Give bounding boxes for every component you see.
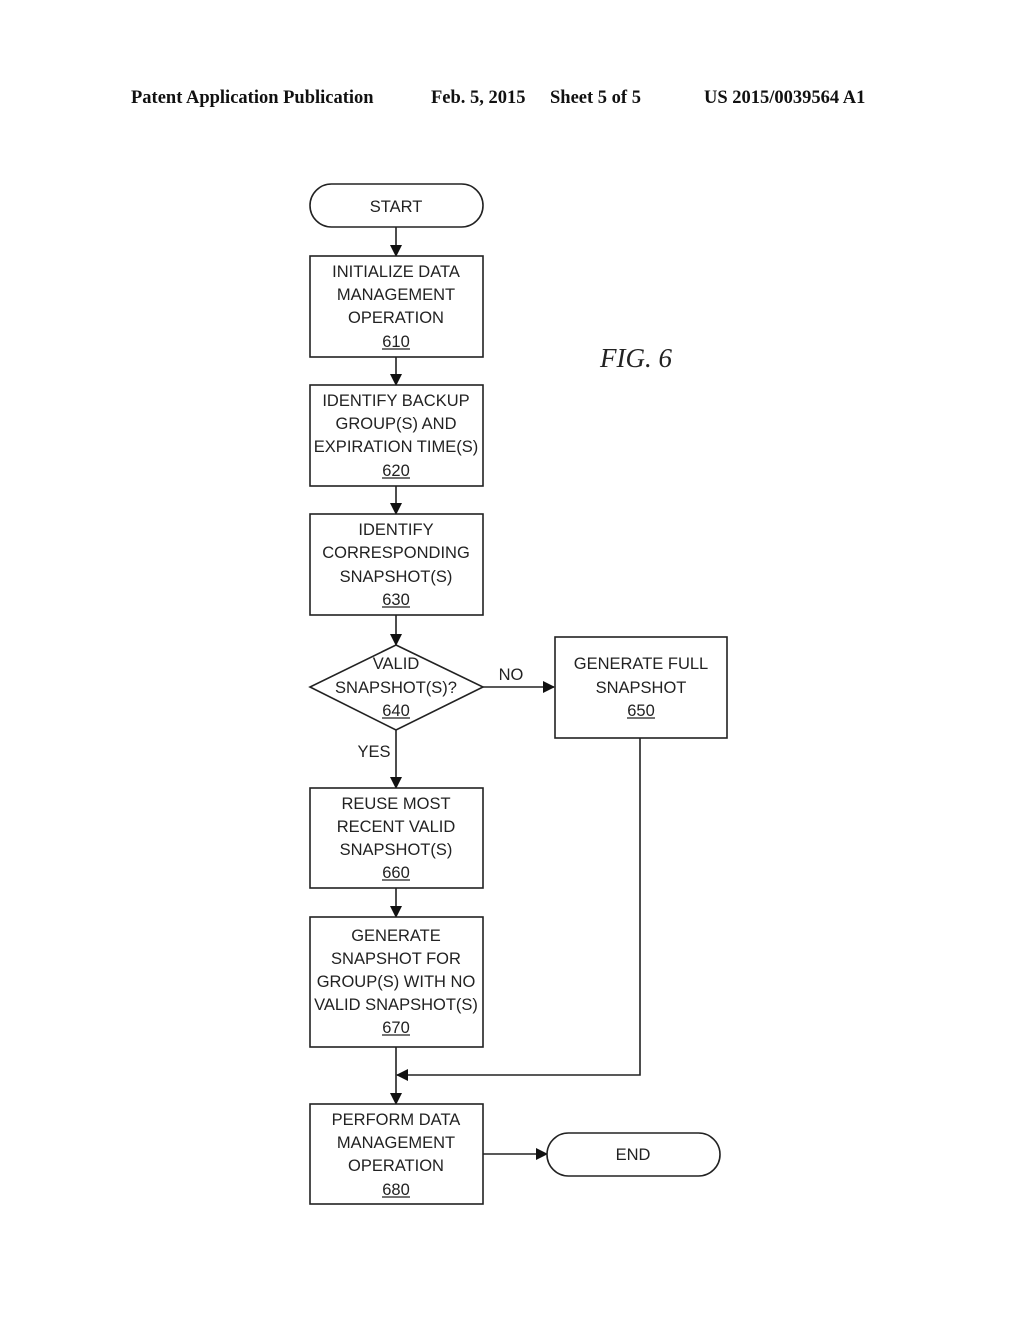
step-620-ref: 620 [382,462,410,480]
step-620-line-3: EXPIRATION TIME(S) [314,438,478,456]
step-630-ref: 630 [382,591,410,609]
end-label: END [616,1146,651,1164]
step-670: GENERATE SNAPSHOT FOR GROUP(S) WITH NO V… [309,916,484,1048]
step-660-ref: 660 [382,864,410,882]
step-680-line-1: PERFORM DATA [332,1111,461,1129]
step-630-line-1: IDENTIFY [358,521,433,539]
step-670-line-1: GENERATE [351,927,441,945]
yes-label: YES [357,743,390,761]
flowchart: FIG. 6 NO YES START INITIALIZE DATA MANA… [308,183,728,1205]
step-620-line-1: IDENTIFY BACKUP [322,392,469,410]
start-label: START [370,198,423,216]
end-terminal: END [546,1132,721,1177]
step-620-line-2: GROUP(S) AND [335,415,456,433]
step-680-line-2: MANAGEMENT [337,1134,455,1152]
step-610-ref: 610 [382,333,410,351]
step-610-line-1: INITIALIZE DATA [332,263,460,281]
no-label: NO [499,666,524,684]
step-650-line-2: SNAPSHOT [596,679,687,697]
step-650-ref: 650 [627,702,655,720]
step-670-line-2: SNAPSHOT FOR [331,950,461,968]
decision-640-ref: 640 [382,702,410,720]
step-680-ref: 680 [382,1181,410,1199]
step-670-ref: 670 [382,1019,410,1037]
step-660-line-3: SNAPSHOT(S) [340,841,453,859]
step-660-line-1: REUSE MOST [341,795,450,813]
step-660-line-2: RECENT VALID [337,818,456,836]
step-650: GENERATE FULL SNAPSHOT 650 [554,636,728,739]
step-670-line-4: VALID SNAPSHOT(S) [314,996,478,1014]
step-650-line-1: GENERATE FULL [574,655,708,673]
step-610: INITIALIZE DATA MANAGEMENT OPERATION 610 [309,255,484,358]
step-630: IDENTIFY CORRESPONDING SNAPSHOT(S) 630 [309,513,484,616]
step-620: IDENTIFY BACKUP GROUP(S) AND EXPIRATION … [309,384,484,487]
step-680: PERFORM DATA MANAGEMENT OPERATION 680 [309,1103,484,1205]
decision-640-line-1: VALID [373,655,420,673]
step-630-line-2: CORRESPONDING [322,544,470,562]
figure-label: FIG. 6 [599,343,672,373]
step-670-line-3: GROUP(S) WITH NO [317,973,476,991]
step-680-line-3: OPERATION [348,1157,444,1175]
step-630-line-3: SNAPSHOT(S) [340,568,453,586]
decision-640-line-2: SNAPSHOT(S)? [335,679,457,697]
step-610-line-2: MANAGEMENT [337,286,455,304]
step-610-line-3: OPERATION [348,309,444,327]
decision-640: VALID SNAPSHOT(S)? 640 [308,644,485,731]
step-660: REUSE MOST RECENT VALID SNAPSHOT(S) 660 [309,787,484,889]
start-terminal: START [309,183,484,228]
